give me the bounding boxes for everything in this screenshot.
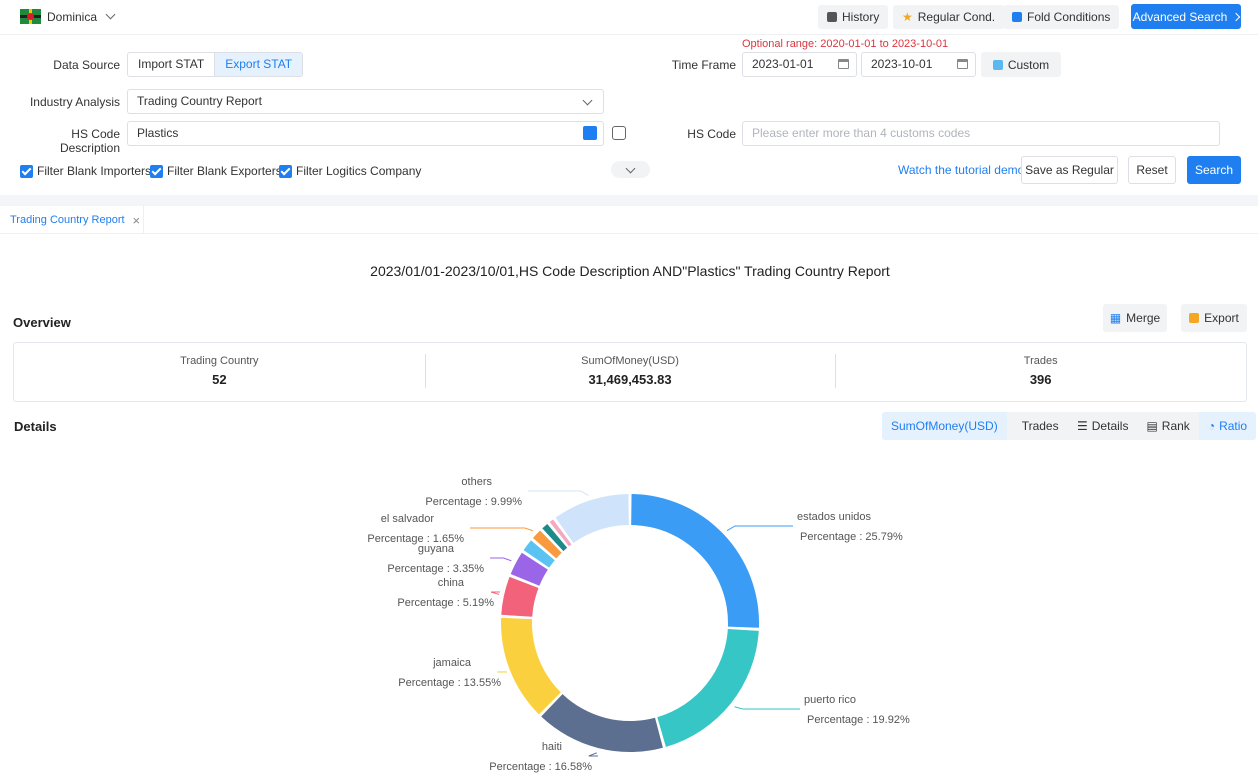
stat-trading-country: Trading Country 52: [180, 355, 259, 387]
report-title: 2023/01/01-2023/10/01,HS Code Descriptio…: [370, 263, 890, 279]
tutorial-link[interactable]: Watch the tutorial demo: [898, 163, 1024, 177]
fold-icon: [1012, 12, 1022, 22]
calendar-icon: [838, 59, 849, 69]
metric-toggle: SumOfMoney(USD) Trades: [882, 412, 1074, 440]
filter-importers-checkbox[interactable]: Filter Blank Importers: [20, 164, 151, 178]
date-to-input[interactable]: 2023-10-01: [861, 52, 976, 77]
grid-icon: ▦: [1109, 311, 1122, 325]
metric-money-option[interactable]: SumOfMoney(USD): [882, 412, 1007, 440]
slice-name-label: el salvador: [381, 513, 435, 525]
label-leader-line: [490, 557, 512, 562]
checkbox-checked-icon: [150, 164, 163, 178]
ratio-donut-chart: estados unidos Percentage : 25.79% puerto …: [367, 476, 910, 773]
country-name: Dominica: [47, 9, 98, 24]
slice-name-label: haiti: [542, 741, 562, 753]
filter-exporters-checkbox[interactable]: Filter Blank Exporters: [150, 164, 282, 178]
export-button[interactable]: Export: [1181, 304, 1247, 332]
hs-desc-label: HS Code Description: [59, 127, 120, 155]
custom-icon: [992, 59, 1003, 70]
view-rank-option[interactable]: ▤ Rank: [1137, 412, 1198, 440]
pie-slice[interactable]: [657, 629, 759, 747]
country-selector[interactable]: Dominica: [20, 9, 116, 24]
chevron-down-icon: [582, 95, 593, 106]
top-bar: Dominica History ★ Regular Cond. Fold Co…: [0, 0, 1258, 35]
expand-filters-toggle[interactable]: [611, 161, 650, 178]
stat-trades: Trades 396: [835, 343, 1246, 401]
slice-percent-label: Percentage : 3.35%: [387, 563, 484, 575]
industry-analysis-select[interactable]: Trading Country Report: [127, 89, 604, 114]
stat-sum-of-money: SumOfMoney(USD) 31,469,453.83: [424, 343, 836, 401]
slice-name-label: estados unidos: [797, 511, 871, 523]
slice-percent-label: Percentage : 1.65%: [367, 533, 464, 545]
date-from-input[interactable]: 2023-01-01: [742, 52, 857, 77]
pie-slice[interactable]: [631, 494, 759, 628]
merge-button[interactable]: ▦ Merge: [1103, 304, 1167, 332]
checkbox-checked-icon: [20, 164, 33, 178]
calendar-icon: [957, 59, 968, 69]
label-leader-line: [490, 591, 500, 595]
pie-slice[interactable]: [555, 494, 629, 543]
section-separator: [0, 195, 1258, 206]
star-icon: ★: [902, 10, 913, 24]
label-leader-line: [588, 752, 598, 757]
reset-button[interactable]: Reset: [1128, 156, 1176, 184]
label-leader-line: [734, 706, 800, 710]
data-source-label: Data Source: [53, 58, 120, 72]
slice-percent-label: Percentage : 25.79%: [800, 531, 903, 543]
custom-range-button[interactable]: Custom: [981, 52, 1061, 77]
industry-analysis-label: Industry Analysis: [29, 95, 120, 109]
hs-desc-input[interactable]: Plastics: [127, 121, 604, 146]
dominica-flag-icon: [20, 9, 41, 24]
import-stat-option[interactable]: Import STAT: [128, 53, 214, 76]
table-icon: ☰: [1077, 419, 1088, 433]
view-ratio-option[interactable]: ◔ Ratio: [1198, 412, 1257, 440]
label-leader-line: [726, 525, 793, 532]
slice-name-label: others: [461, 476, 492, 488]
chevron-right-icon: [1232, 12, 1241, 21]
slice-percent-label: Percentage : 16.58%: [489, 761, 592, 773]
time-frame-label: Time Frame: [671, 58, 736, 72]
data-source-toggle: Import STAT Export STAT: [127, 52, 304, 77]
history-button[interactable]: History: [818, 5, 889, 29]
details-title: Details: [14, 419, 57, 434]
tab-bar: Trading Country Report ×: [0, 206, 1258, 234]
export-stat-option[interactable]: Export STAT: [214, 53, 303, 76]
overview-stats: Trading Country 52 SumOfMoney(USD) 31,46…: [13, 342, 1247, 402]
tab-trading-country-report[interactable]: Trading Country Report ×: [0, 206, 144, 234]
slice-percent-label: Percentage : 5.19%: [397, 597, 494, 609]
label-leader-line: [528, 490, 589, 496]
advanced-search-button[interactable]: Advanced Search: [1131, 4, 1241, 29]
filter-logistics-checkbox[interactable]: Filter Logitics Company: [279, 164, 421, 178]
optional-range-hint: Optional range: 2020-01-01 to 2023-10-01: [742, 38, 949, 50]
export-icon: [1189, 313, 1200, 323]
pie-slice[interactable]: [500, 617, 561, 715]
bar-chart-icon: ▤: [1146, 419, 1158, 433]
slice-name-label: china: [438, 577, 465, 589]
slice-percent-label: Percentage : 19.92%: [807, 714, 910, 726]
view-details-option[interactable]: ☰ Details: [1068, 412, 1137, 440]
slice-percent-label: Percentage : 13.55%: [398, 677, 501, 689]
slice-percent-label: Percentage : 9.99%: [425, 496, 522, 508]
history-icon: [827, 12, 837, 22]
checkbox-checked-icon: [279, 164, 292, 178]
metric-trades-option[interactable]: Trades: [1007, 412, 1074, 440]
options-icon[interactable]: [612, 126, 626, 140]
translate-icon[interactable]: [583, 126, 597, 140]
fold-conditions-button[interactable]: Fold Conditions: [1003, 5, 1120, 29]
view-toggle: ☰ Details ▤ Rank ◔ Ratio: [1068, 412, 1257, 440]
overview-title: Overview: [13, 315, 71, 330]
chevron-down-icon: [105, 9, 116, 20]
slice-name-label: puerto rico: [804, 694, 856, 706]
save-regular-button[interactable]: Save as Regular: [1021, 156, 1118, 184]
regular-cond-button[interactable]: ★ Regular Cond.: [893, 5, 1005, 29]
hs-code-label: HS Code: [687, 127, 736, 141]
ring-chart-icon: ◔: [1207, 419, 1216, 433]
label-leader-line: [470, 527, 533, 532]
slice-name-label: jamaica: [432, 657, 472, 669]
hs-code-input[interactable]: Please enter more than 4 customs codes: [742, 121, 1220, 146]
search-button[interactable]: Search: [1187, 156, 1241, 184]
close-icon[interactable]: ×: [133, 213, 141, 228]
